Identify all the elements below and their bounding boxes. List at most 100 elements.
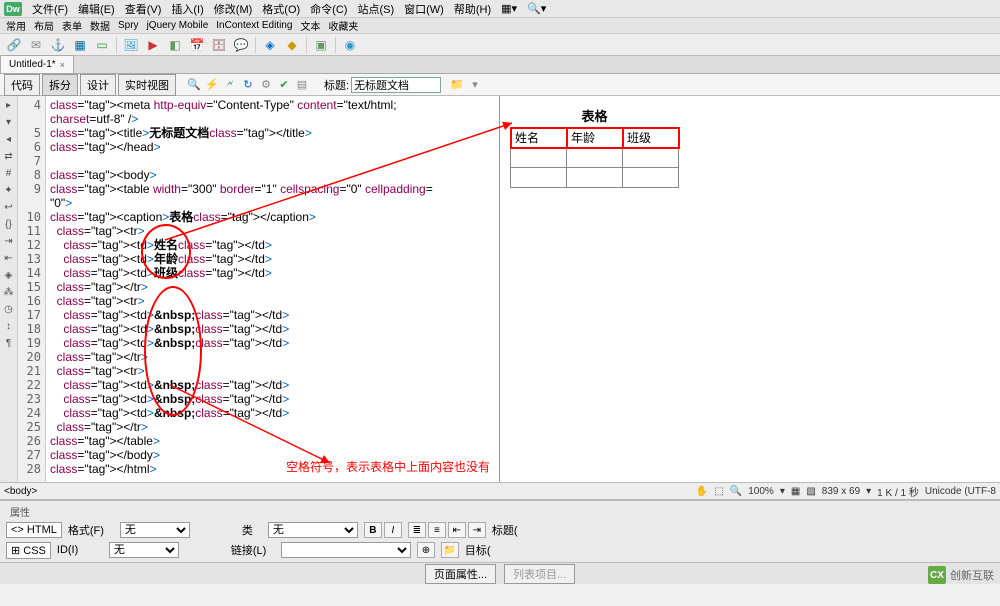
recent-icon[interactable]: ◷: [2, 302, 16, 316]
indent-button[interactable]: ⇥: [468, 522, 486, 538]
tool-div-icon[interactable]: ▭: [94, 37, 110, 53]
check-icon[interactable]: ✔: [276, 77, 292, 93]
subtab-common[interactable]: 常用: [6, 18, 26, 33]
refresh-icon[interactable]: ↻: [240, 77, 256, 93]
ul-button[interactable]: ≣: [408, 522, 426, 538]
cell-empty[interactable]: [511, 168, 567, 188]
document-tab[interactable]: Untitled-1* ×: [0, 55, 74, 73]
list-items-button[interactable]: 列表项目...: [504, 564, 575, 584]
code-view[interactable]: class="tag"><meta http-equiv="Content-Ty…: [46, 96, 500, 482]
format-icon[interactable]: ¶: [2, 336, 16, 350]
collapse-icon[interactable]: ▸: [2, 98, 16, 112]
tool-media-icon[interactable]: ▶: [145, 37, 161, 53]
tool-script-icon[interactable]: ◆: [284, 37, 300, 53]
tool-email-icon[interactable]: ✉: [28, 37, 44, 53]
preview-table[interactable]: 表格 姓名 年龄 班级: [510, 104, 679, 188]
tool-widget-icon[interactable]: ◧: [167, 37, 183, 53]
cell-empty[interactable]: [511, 148, 567, 168]
menu-format[interactable]: 格式(O): [258, 0, 304, 18]
file-mgmt-icon[interactable]: 📁: [449, 77, 465, 93]
format-select[interactable]: 无: [120, 522, 190, 538]
preview-icon[interactable]: ▾: [467, 77, 483, 93]
tool-server-icon[interactable]: 🗄: [211, 37, 227, 53]
subtab-forms[interactable]: 表单: [62, 18, 82, 33]
menu-search-icon[interactable]: 🔍▾: [523, 1, 550, 16]
tool-image-icon[interactable]: 🖼: [123, 37, 139, 53]
tool-table-icon[interactable]: ▦: [72, 37, 88, 53]
menu-insert[interactable]: 插入(I): [167, 0, 207, 18]
line-num-icon[interactable]: #: [2, 166, 16, 180]
css-mode-button[interactable]: ⊞ CSS: [6, 542, 51, 559]
options-icon[interactable]: ▤: [294, 77, 310, 93]
menu-help[interactable]: 帮助(H): [450, 0, 495, 18]
menu-site[interactable]: 站点(S): [353, 0, 398, 18]
balance-icon[interactable]: ⇄: [2, 149, 16, 163]
menu-view[interactable]: 查看(V): [121, 0, 166, 18]
cell-class[interactable]: 班级: [623, 128, 679, 148]
outdent-button[interactable]: ⇤: [448, 522, 466, 538]
cell-age[interactable]: 年龄: [567, 128, 623, 148]
bold-button[interactable]: B: [364, 522, 382, 538]
inspect-icon[interactable]: 🔍: [186, 77, 202, 93]
tool-tag-icon[interactable]: ◉: [342, 37, 358, 53]
move-icon[interactable]: ↕: [2, 319, 16, 333]
zoom-tool-icon[interactable]: 🔍: [730, 486, 742, 497]
link-point-icon[interactable]: ⊕: [417, 542, 435, 558]
id-select[interactable]: 无: [109, 542, 179, 558]
snippet-icon[interactable]: ◈: [2, 268, 16, 282]
subtab-spry[interactable]: Spry: [118, 20, 139, 31]
zoom-value[interactable]: 100%: [748, 486, 774, 497]
link-browse-icon[interactable]: 📁: [441, 542, 459, 558]
title-input[interactable]: [351, 77, 441, 93]
server-icon[interactable]: 🗲: [222, 77, 238, 93]
tool-head-icon[interactable]: ◈: [262, 37, 278, 53]
view-split-button[interactable]: 拆分: [42, 74, 78, 96]
zoom-dropdown-icon[interactable]: ▾: [780, 486, 785, 497]
cell-empty[interactable]: [567, 148, 623, 168]
live-code-icon[interactable]: ⚡: [204, 77, 220, 93]
tool-templates-icon[interactable]: ▣: [313, 37, 329, 53]
italic-button[interactable]: I: [384, 522, 402, 538]
subtab-layout[interactable]: 布局: [34, 18, 54, 33]
ol-button[interactable]: ≡: [428, 522, 446, 538]
subtab-text[interactable]: 文本: [300, 18, 320, 33]
tab-close-icon[interactable]: ×: [60, 60, 65, 70]
subtab-jquery[interactable]: jQuery Mobile: [147, 20, 209, 31]
cell-empty[interactable]: [623, 148, 679, 168]
tool-comment-icon[interactable]: 💬: [233, 37, 249, 53]
view-design-button[interactable]: 设计: [80, 74, 116, 96]
tool-hyperlink-icon[interactable]: 🔗: [6, 37, 22, 53]
wrap-icon[interactable]: ↩: [2, 200, 16, 214]
menu-edit[interactable]: 编辑(E): [74, 0, 119, 18]
menu-file[interactable]: 文件(F): [28, 0, 72, 18]
cell-name[interactable]: 姓名: [511, 128, 567, 148]
tool-date-icon[interactable]: 📅: [189, 37, 205, 53]
hand-tool-icon[interactable]: ✋: [696, 486, 708, 497]
browser-icon[interactable]: ⚙: [258, 77, 274, 93]
cell-empty[interactable]: [567, 168, 623, 188]
select-parent-icon[interactable]: ◂: [2, 132, 16, 146]
view-code-button[interactable]: 代码: [4, 74, 40, 96]
view-live-button[interactable]: 实时视图: [118, 74, 176, 96]
menu-window[interactable]: 窗口(W): [400, 0, 448, 18]
tag-path[interactable]: <body>: [4, 486, 37, 497]
table-header-row[interactable]: 姓名 年龄 班级: [511, 128, 679, 148]
expand-icon[interactable]: ▾: [2, 115, 16, 129]
window-size[interactable]: 839 x 69: [822, 486, 860, 497]
select-tool-icon[interactable]: ⬚: [714, 486, 723, 497]
class-select[interactable]: 无: [268, 522, 358, 538]
menu-layout-icon[interactable]: ▦▾: [497, 1, 521, 16]
design-view[interactable]: 表格 姓名 年龄 班级: [500, 96, 1000, 482]
link-select[interactable]: [281, 542, 411, 558]
menu-commands[interactable]: 命令(C): [306, 0, 351, 18]
cell-empty[interactable]: [623, 168, 679, 188]
subtab-fav[interactable]: 收藏夹: [328, 18, 358, 33]
subtab-data[interactable]: 数据: [90, 18, 110, 33]
syntax-icon[interactable]: {}: [2, 217, 16, 231]
outdent-icon[interactable]: ⇤: [2, 251, 16, 265]
indent-icon[interactable]: ⇥: [2, 234, 16, 248]
highlight-icon[interactable]: ✦: [2, 183, 16, 197]
table-row[interactable]: [511, 168, 679, 188]
page-properties-button[interactable]: 页面属性...: [425, 564, 496, 584]
html-mode-button[interactable]: <> HTML: [6, 522, 62, 538]
